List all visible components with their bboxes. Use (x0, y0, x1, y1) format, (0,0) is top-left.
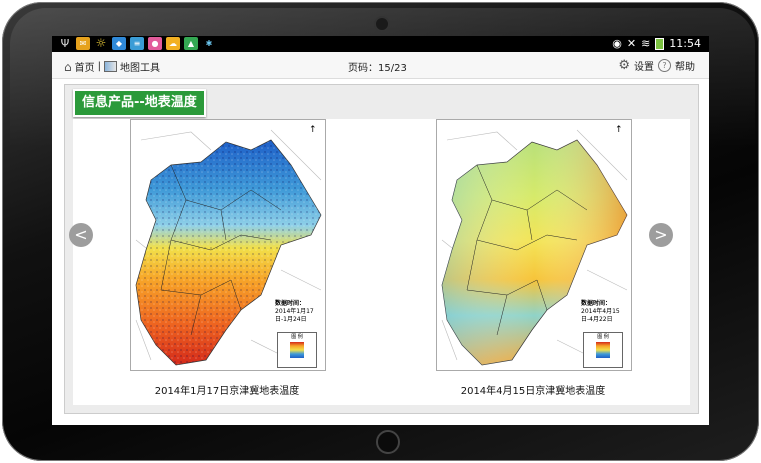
toolbar-left: ⌂ 首页 | 地图工具 (64, 59, 160, 75)
legend-color-ramp (596, 342, 610, 358)
tablet-home-button[interactable] (376, 430, 400, 454)
data-time-label: 数据时间： (275, 300, 306, 307)
svg-text:↑: ↑ (309, 125, 317, 135)
map-legend: 图 例 (583, 332, 623, 368)
nfc-icon: ✕ (626, 37, 637, 50)
lst-map-january[interactable]: ↑ 数据时间： 2014年1月17日-1月24日 图 例 (130, 119, 326, 371)
help-icon[interactable]: ? (658, 59, 671, 72)
app-notification-icon: ● (148, 37, 162, 50)
map-caption-april: 2014年4月15日京津冀地表温度 (460, 386, 606, 397)
cloud-icon: ☁ (166, 37, 180, 50)
app-notification-icon: ◆ (112, 37, 126, 50)
status-bar: Ψ ✉ ☼ ◆ ≡ ● ☁ ▲ ✱ ◉ ✕ ≋ 11:54 (52, 36, 709, 52)
weather-sun-icon: ☼ (95, 36, 107, 50)
help-link[interactable]: 帮助 (675, 58, 695, 73)
data-time-note: 数据时间： 2014年1月17日-1月24日 (275, 300, 319, 324)
notification-icons: Ψ ✉ ☼ ◆ ≡ ● ☁ ▲ ✱ (58, 37, 216, 50)
legend-color-ramp (290, 342, 304, 358)
map-tools-icon[interactable] (104, 61, 117, 72)
app-notification-icon: ▲ (184, 37, 198, 50)
app-notification-icon: ✉ (76, 37, 90, 50)
map-legend: 图 例 (277, 332, 317, 368)
home-link[interactable]: 首页 (75, 59, 95, 74)
svg-text:↑: ↑ (615, 125, 623, 135)
toolbar-right: ⚙ 设置 ? 帮助 (618, 58, 695, 73)
prev-page-button[interactable]: < (69, 223, 93, 247)
front-camera (374, 16, 390, 32)
gear-icon[interactable]: ⚙ (618, 58, 630, 73)
settings-link[interactable]: 设置 (634, 58, 654, 73)
app-toolbar: ⌂ 首页 | 地图工具 页码：15/23 ⚙ 设置 ? 帮助 (52, 52, 709, 79)
system-status: ◉ ✕ ≋ 11:54 (612, 37, 701, 50)
page-indicator: 页码：15/23 (348, 63, 407, 74)
data-time-label: 数据时间： (581, 300, 612, 307)
map-caption-january: 2014年1月17日京津冀地表温度 (154, 386, 300, 397)
wifi-icon: ≋ (641, 37, 651, 50)
eye-icon: ◉ (612, 37, 622, 50)
usb-icon: Ψ (60, 37, 70, 50)
data-time-value: 2014年4月15日-4月22日 (581, 308, 620, 323)
legend-title: 图 例 (291, 334, 303, 340)
home-icon[interactable]: ⌂ (64, 60, 72, 74)
app-notification-icon: ≡ (130, 37, 144, 50)
app-notification-icon: ✱ (205, 39, 213, 48)
lst-map-april[interactable]: ↑ 数据时间： 2014年4月15日-4月22日 图 例 (436, 119, 632, 371)
slide-content: ↑ 数据时间： 2014年1月17日-1月24日 图 例 2014年1月17日京… (73, 119, 690, 405)
screen: Ψ ✉ ☼ ◆ ≡ ● ☁ ▲ ✱ ◉ ✕ ≋ 11:54 ⌂ 首页 | 地图工… (52, 36, 709, 425)
panel-title: 信息产品--地表温度 (73, 89, 206, 117)
data-time-note: 数据时间： 2014年4月15日-4月22日 (581, 300, 625, 324)
battery-icon (655, 37, 665, 50)
legend-title: 图 例 (597, 334, 609, 340)
next-page-button[interactable]: > (649, 223, 673, 247)
data-time-value: 2014年1月17日-1月24日 (275, 308, 314, 323)
map-tools-link[interactable]: 地图工具 (120, 59, 160, 74)
toolbar-separator: | (97, 61, 101, 72)
clock: 11:54 (669, 37, 701, 50)
info-product-panel: 信息产品--地表温度 ↑ 数据时间： 2014年1月17日-1月24日 图 例 … (64, 84, 699, 414)
